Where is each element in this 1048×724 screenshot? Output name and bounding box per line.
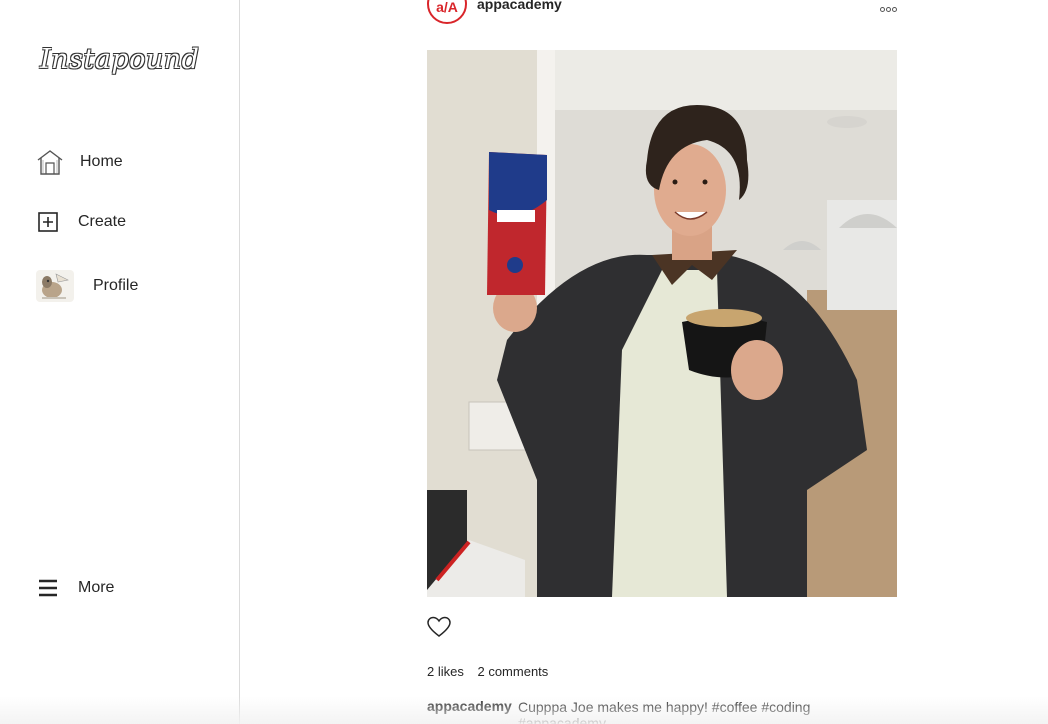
sidebar-item-label: More: [78, 579, 115, 596]
caption-username[interactable]: appacademy: [427, 698, 512, 714]
comments-count[interactable]: 2 comments: [477, 664, 548, 679]
sidebar-item-create[interactable]: Create: [36, 210, 126, 234]
sidebar-item-label: Home: [80, 153, 123, 170]
heart-icon: [427, 616, 451, 637]
home-icon: [37, 150, 63, 175]
sidebar-item-label: Profile: [93, 277, 139, 294]
post-author-name[interactable]: appacademy: [477, 0, 562, 12]
sidebar-item-more[interactable]: More: [36, 576, 114, 600]
sidebar-item-label: Create: [78, 213, 127, 230]
hamburger-menu-icon: [39, 579, 57, 597]
post-header: a/A appacademy: [427, 0, 897, 24]
like-button[interactable]: [427, 616, 451, 638]
post-image[interactable]: [427, 50, 897, 597]
profile-avatar: [36, 270, 74, 302]
sidebar-item-home[interactable]: Home: [36, 148, 123, 176]
caption-text: Cupppa Joe makes me happy! #coffee #codi…: [518, 699, 811, 724]
sidebar-item-profile[interactable]: Profile: [36, 270, 138, 302]
post-options-icon[interactable]: [880, 7, 897, 12]
author-avatar-text: a/A: [436, 0, 458, 15]
sidebar: Instapound Home Create Profile More: [0, 0, 240, 724]
author-avatar[interactable]: a/A: [427, 0, 467, 24]
create-plus-icon: [38, 212, 58, 232]
feed: a/A appacademy 2 likes 2 comments appaca…: [241, 0, 1048, 724]
likes-count[interactable]: 2 likes: [427, 664, 464, 679]
post-stats: 2 likes 2 comments: [427, 664, 558, 679]
app-logo[interactable]: Instapound: [40, 44, 199, 75]
